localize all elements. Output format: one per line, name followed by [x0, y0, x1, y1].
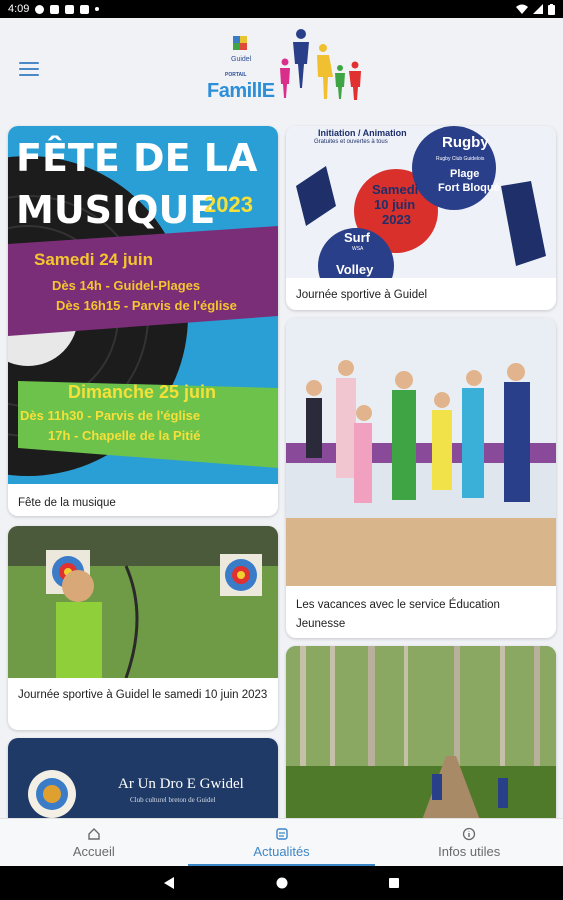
tir-arc-photo	[8, 526, 278, 678]
logo-guidel-text: Guidel	[231, 56, 252, 63]
menu-button[interactable]	[19, 62, 39, 76]
sport-surf-sub: WSA	[352, 246, 364, 252]
nav-item-infos-utiles[interactable]: Infos utiles	[375, 819, 563, 866]
card-caption: Fête de la musique	[18, 497, 116, 509]
news-icon	[275, 827, 288, 840]
sport-volley: Volley	[336, 262, 374, 277]
status-time: 4:09	[8, 3, 30, 15]
settings-icon	[35, 4, 45, 14]
logo-famille-text: FamillE	[207, 80, 275, 102]
sport-surf: Surf	[344, 230, 370, 245]
poster-day2-line1: Dès 11h30 - Parvis de l'église	[20, 408, 201, 423]
sport-fort: Fort Bloqué	[438, 182, 500, 194]
foret-photo	[286, 646, 556, 818]
card-caption: Les vacances avec le service Éducation J…	[296, 599, 500, 630]
poster-day2-line2: 17h - Chapelle de la Pitié	[48, 428, 201, 443]
poster-day1-line1: Dès 14h - Guidel-Plages	[52, 278, 201, 293]
nav-label-infos-utiles: Infos utiles	[438, 843, 501, 859]
news-card-journee-sportive[interactable]: Initiation / Animation Gratuites et ouve…	[286, 126, 556, 310]
news-card-journee-sportive-10-juin[interactable]: Journée sportive à Guidel le samedi 10 j…	[8, 526, 278, 730]
back-icon[interactable]	[163, 877, 176, 889]
news-card-foret[interactable]	[286, 646, 556, 818]
sport-plage: Plage	[450, 168, 480, 180]
sport-rugby-sub: Rugby Club Guidelois	[436, 156, 485, 162]
system-navigation-bar	[0, 866, 563, 900]
notification-icon	[50, 4, 60, 14]
poster-day1-line2: Dès 16h15 - Parvis de l'église	[56, 298, 237, 313]
info-icon	[463, 827, 476, 840]
sport-date-line2: 10 juin	[374, 197, 416, 212]
news-card-ar-un-dro[interactable]: Ar Un Dro E Gwidel Club culturel breton …	[8, 738, 278, 818]
portail-famille-logo: Guidel PORTAIL FamillE	[205, 28, 365, 108]
bottom-navigation: Accueil Actualités Infos utiles	[0, 818, 563, 866]
nav-item-actualites[interactable]: Actualités	[187, 819, 376, 866]
sport-date-line3: 2023	[382, 212, 411, 227]
poster-year: 2023	[204, 192, 253, 217]
news-card-vacances[interactable]: Les vacances avec le service Éducation J…	[286, 318, 556, 638]
notification-icon	[65, 4, 75, 14]
poster-day1: Samedi 24 juin	[34, 250, 154, 269]
sport-top: Initiation / Animation	[318, 128, 407, 138]
recents-icon[interactable]	[388, 877, 400, 889]
notification-icon	[80, 4, 90, 14]
sport-rugby: Rugby	[442, 134, 489, 151]
home-button-icon[interactable]	[276, 877, 288, 889]
poster-day2: Dimanche 25 juin	[68, 382, 217, 402]
nav-item-accueil[interactable]: Accueil	[0, 819, 188, 866]
logo-portail-text: PORTAIL	[225, 72, 247, 78]
nav-label-accueil: Accueil	[72, 843, 115, 859]
news-feed[interactable]: FÊTE DE LA MUSIQUE 2023 Samedi 24 juin D…	[0, 118, 563, 818]
news-card-fete-musique[interactable]: FÊTE DE LA MUSIQUE 2023 Samedi 24 juin D…	[8, 126, 278, 516]
app-header: Guidel PORTAIL FamillE	[0, 18, 563, 118]
ar-un-dro-subtitle: Club culturel breton de Guidel	[130, 796, 216, 804]
status-bar: 4:09	[0, 0, 563, 18]
nav-label-actualites: Actualités	[253, 843, 310, 859]
battery-icon	[548, 3, 555, 15]
sport-top-sub: Gratuites et ouvertes à tous	[314, 139, 388, 145]
poster-title-line2: MUSIQUE	[16, 188, 216, 232]
ar-un-dro-title: Ar Un Dro E Gwidel	[118, 776, 244, 792]
fete-musique-poster: FÊTE DE LA MUSIQUE 2023 Samedi 24 juin D…	[8, 126, 278, 484]
journee-sportive-poster: Initiation / Animation Gratuites et ouve…	[286, 126, 556, 278]
wifi-icon	[516, 4, 528, 14]
poster-title-line1: FÊTE DE LA	[16, 136, 258, 180]
more-notifications-icon	[95, 7, 100, 11]
card-caption: Journée sportive à Guidel le samedi 10 j…	[18, 689, 268, 701]
ar-un-dro-banner: Ar Un Dro E Gwidel Club culturel breton …	[8, 738, 278, 818]
home-icon	[88, 827, 100, 840]
card-caption: Journée sportive à Guidel	[296, 289, 428, 301]
sport-date-line1: Samedi	[372, 182, 419, 197]
vacances-photo	[286, 318, 556, 586]
signal-icon	[533, 4, 543, 14]
